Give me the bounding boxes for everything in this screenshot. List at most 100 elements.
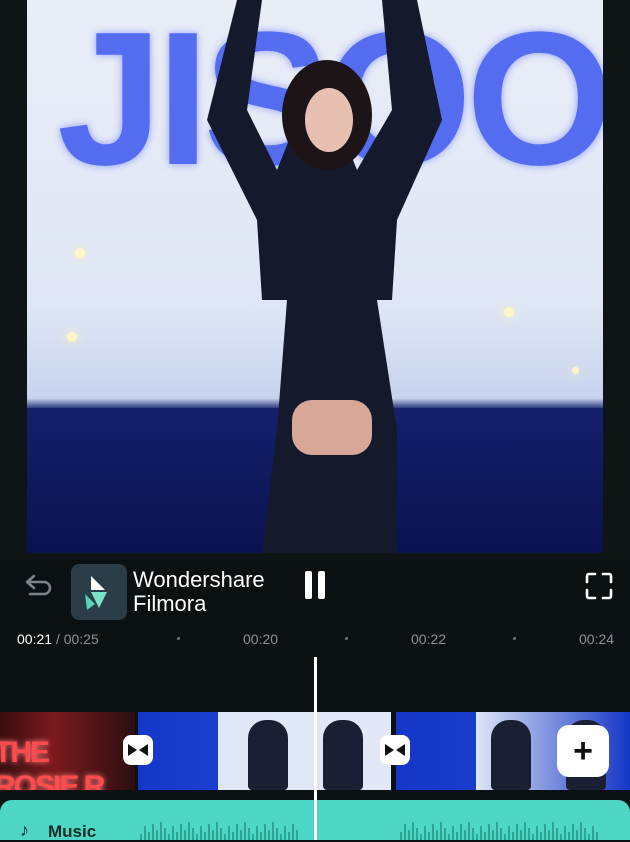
waveform-bar [456, 832, 458, 840]
waveform-bar [532, 834, 534, 840]
undo-icon[interactable] [24, 572, 54, 598]
waveform-bar [524, 822, 526, 840]
clip-text: THE ROSIE R [0, 736, 105, 790]
waveform-bar [252, 834, 254, 840]
waveform-bar [560, 834, 562, 840]
waveform-bar [180, 824, 182, 840]
video-preview[interactable]: JISOO [0, 0, 630, 560]
waveform-bar [488, 824, 490, 840]
waveform-bar [504, 834, 506, 840]
time-ruler[interactable]: 00:21 / 00:25 00:20 00:22 00:24 [0, 625, 630, 653]
waveform-bar [428, 832, 430, 840]
transition-button[interactable] [380, 735, 410, 765]
waveform-bar [412, 822, 414, 840]
waveform-bar [188, 822, 190, 840]
waveform-bar [452, 826, 454, 840]
waveform-bar [288, 832, 290, 840]
waveform-bar [264, 824, 266, 840]
waveform-bar [160, 822, 162, 840]
waveform-bar [248, 828, 250, 840]
ruler-tick: 00:24 [579, 631, 615, 647]
waveform-bar [496, 822, 498, 840]
waveform-bar [400, 832, 402, 840]
waveform-bar [228, 826, 230, 840]
waveform-bar [508, 826, 510, 840]
waveform-bar [408, 830, 410, 840]
pause-icon [318, 571, 325, 599]
waveform-bar [500, 828, 502, 840]
transition-icon [385, 744, 405, 756]
video-frame: JISOO [27, 0, 603, 553]
waveform-bar [420, 834, 422, 840]
sparkle [75, 248, 85, 258]
waveform-bar [584, 828, 586, 840]
waveform-bar [548, 830, 550, 840]
waveform-bar [216, 822, 218, 840]
sparkle [67, 332, 77, 342]
waveform-bar [592, 826, 594, 840]
waveform-bar [208, 824, 210, 840]
waveform-bar [572, 824, 574, 840]
clip-thumbnail-person [248, 720, 288, 790]
watermark-line1: Wondershare [133, 567, 265, 592]
waveform-bar [432, 824, 434, 840]
video-clip[interactable]: THE ROSIE R [0, 712, 135, 790]
waveform-bar [176, 832, 178, 840]
waveform-bar [596, 832, 598, 840]
waveform-bar [164, 828, 166, 840]
waveform-bar [212, 830, 214, 840]
filmora-logo-icon [71, 564, 127, 620]
waveform-bar [156, 830, 158, 840]
waveform-bar [144, 826, 146, 840]
ruler-dot [177, 637, 180, 640]
waveform-bar [272, 822, 274, 840]
waveform-bar [184, 830, 186, 840]
waveform-bar [576, 830, 578, 840]
waveform-bar [556, 828, 558, 840]
sparkle [572, 367, 579, 374]
waveform-bar [448, 834, 450, 840]
pause-icon [305, 571, 312, 599]
waveform-bar [280, 834, 282, 840]
waveform-bar [536, 826, 538, 840]
waveform-bar [520, 830, 522, 840]
clip-thumbnail-person [323, 720, 363, 790]
waveform-bar [580, 822, 582, 840]
ruler-tick: 00:20 [243, 631, 279, 647]
filmora-watermark: Wondershare Filmora [71, 564, 285, 620]
waveform-bar [480, 826, 482, 840]
fullscreen-button[interactable] [584, 571, 614, 601]
ruler-tick: 00:22 [411, 631, 447, 647]
fullscreen-icon [585, 572, 613, 600]
waveform-bar [292, 824, 294, 840]
add-clip-button[interactable]: + [557, 725, 609, 777]
waveform-bar [200, 826, 202, 840]
waveform-bar [436, 830, 438, 840]
waveform-bar [416, 828, 418, 840]
waveform-bar [564, 826, 566, 840]
waveform-bar [168, 834, 170, 840]
waveform-bar [224, 834, 226, 840]
waveform-bar [476, 834, 478, 840]
waveform-bar [444, 828, 446, 840]
dancer-figure [207, 0, 442, 553]
waveform-bar [260, 832, 262, 840]
music-note-icon: ♪ [20, 820, 29, 840]
waveform-bar [148, 832, 150, 840]
pause-button[interactable] [301, 571, 329, 599]
waveform-bar [284, 826, 286, 840]
waveform-bar [240, 830, 242, 840]
waveform-bar [140, 834, 142, 840]
sparkle [504, 307, 514, 317]
waveform-bar [464, 830, 466, 840]
waveform-bar [528, 828, 530, 840]
transition-button[interactable] [123, 735, 153, 765]
playhead[interactable] [314, 657, 317, 840]
waveform-bar [424, 826, 426, 840]
video-clip[interactable] [138, 712, 391, 790]
time-separator: / [52, 631, 64, 647]
waveform-bar [244, 822, 246, 840]
waveform-bar [268, 830, 270, 840]
waveform-bar [516, 824, 518, 840]
waveform-bar [236, 824, 238, 840]
